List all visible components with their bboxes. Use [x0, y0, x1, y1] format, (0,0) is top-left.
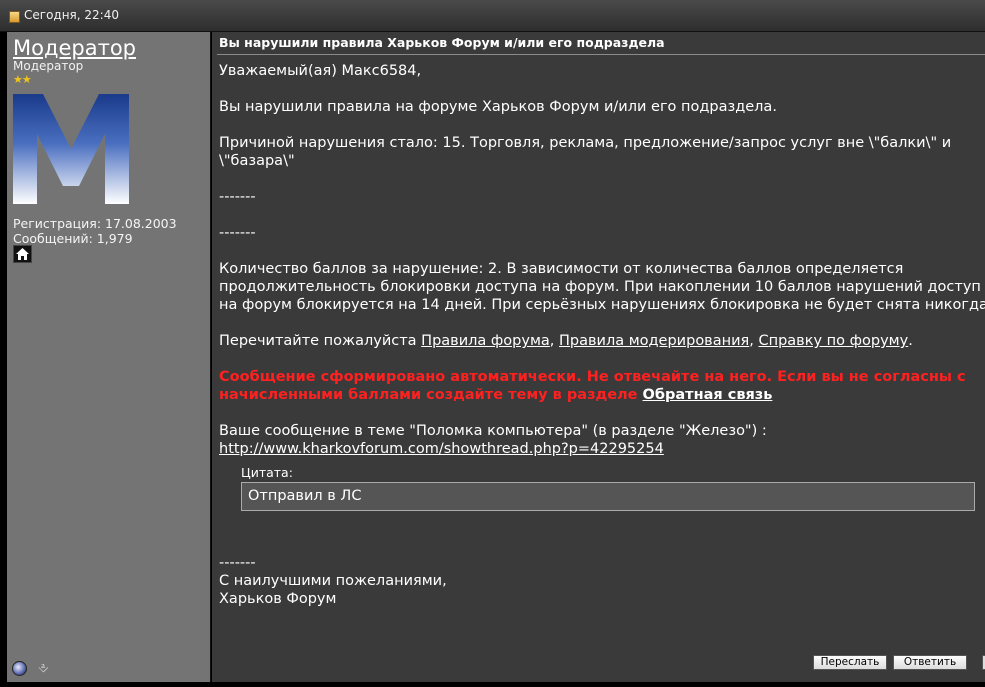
rank-stars-icon: ★★ — [13, 73, 32, 86]
status-icons: ⎀ — [12, 658, 49, 676]
user-panel: Модератор Модератор ★★ Регистрация: 17.0… — [7, 32, 211, 682]
feedback-link[interactable]: Обратная связь — [643, 387, 773, 403]
forward-button[interactable]: Переслать — [813, 655, 887, 670]
points-line-3: на форум блокируется на 14 дней. При сер… — [219, 297, 985, 313]
auto-warning-line-1: Сообщение сформировано автоматически. Не… — [219, 369, 966, 385]
title-divider — [217, 54, 985, 55]
user-info: Регистрация: 17.08.2003 Сообщений: 1,979 — [13, 216, 177, 246]
online-status-icon — [12, 661, 27, 676]
user-title: Модератор — [13, 59, 84, 73]
avatar — [13, 94, 129, 204]
reply-button[interactable]: Ответить — [893, 655, 967, 670]
moderation-rules-link[interactable]: Правила модерирования — [559, 333, 749, 349]
username-link[interactable]: Модератор — [13, 36, 136, 60]
post-count: Сообщений: 1,979 — [13, 231, 133, 246]
message-body: Уважаемый(ая) Макс6584, Вы нарушили прав… — [219, 62, 985, 458]
reason-line-1: Причиной нарушения стало: 15. Торговля, … — [219, 135, 952, 151]
registration-date: Регистрация: 17.08.2003 — [13, 216, 177, 231]
greeting: Уважаемый(ая) Макс6584, — [219, 63, 422, 79]
regards-line: С наилучшими пожеланиями, — [219, 573, 447, 589]
message-title: Вы нарушили правила Харьков Форум и/или … — [219, 35, 665, 50]
message-footer: ------- С наилучшими пожеланиями, Харько… — [219, 554, 447, 608]
separator-3: ------- — [219, 555, 256, 571]
quote-label: Цитата: — [241, 465, 293, 480]
forum-help-link[interactable]: Справку по форуму — [758, 333, 908, 349]
forum-rules-link[interactable]: Правила форума — [421, 333, 550, 349]
message-content: Вы нарушили правила Харьков Форум и/или … — [212, 32, 985, 682]
auto-warning-line-2: начисленными баллами создайте тему в раз… — [219, 387, 773, 403]
attachment-icon: ⎀ — [38, 661, 49, 676]
home-icon[interactable] — [13, 245, 32, 263]
reread-line: Перечитайте пожалуйста Правила форума, П… — [219, 333, 913, 349]
post-url-link[interactable]: http://www.kharkovforum.com/showthread.p… — [219, 441, 664, 457]
separator-1: ------- — [219, 189, 256, 205]
quote-box: Отправил в ЛС — [241, 482, 975, 511]
post-date: Сегодня, 22:40 — [24, 8, 119, 22]
violation-line: Вы нарушили правила на форуме Харьков Фо… — [219, 99, 777, 115]
points-line-2: продолжительность блокировки доступа на … — [219, 279, 981, 295]
post-header-bar: Сегодня, 22:40 — [0, 0, 985, 32]
separator-2: ------- — [219, 225, 256, 241]
your-post-line: Ваше сообщение в теме "Поломка компьютер… — [219, 423, 767, 439]
post-icon — [9, 11, 20, 23]
reason-line-2: \"базара\" — [219, 153, 295, 169]
points-line-1: Количество баллов за нарушение: 2. В зав… — [219, 261, 904, 277]
signature: Харьков Форум — [219, 591, 337, 607]
